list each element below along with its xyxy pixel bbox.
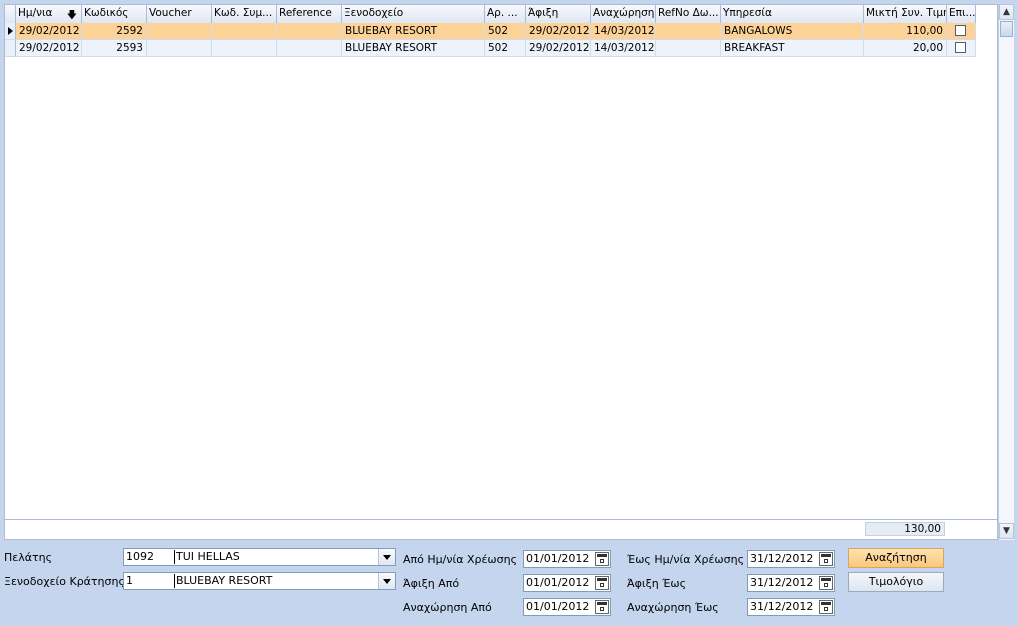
cell-service[interactable]: BANGALOWS <box>721 23 864 40</box>
cell-arrival[interactable]: 29/02/2012 <box>526 23 591 40</box>
cell-departure[interactable]: 14/03/2012 <box>591 40 656 57</box>
cell-code[interactable]: 2592 <box>82 23 147 40</box>
cell-date[interactable]: 29/02/2012 <box>16 40 82 57</box>
cell-hotel[interactable]: BLUEBAY RESORT <box>342 23 485 40</box>
calendar-icon[interactable] <box>819 600 833 614</box>
cell-reference[interactable] <box>277 40 342 57</box>
results-grid[interactable]: Ημ/νια 🡇 Κωδικός Voucher Κωδ. Συμ... Refe… <box>4 4 998 520</box>
arrival-from-date[interactable]: 01/01/2012 <box>523 574 611 592</box>
scroll-up-icon[interactable]: ▲ <box>999 4 1014 20</box>
charge-from-label: Από Ημ/νία Χρέωσης <box>403 553 518 566</box>
vertical-scrollbar[interactable]: ▲ ▼ <box>998 4 1014 540</box>
arrival-from-value: 01/01/2012 <box>526 576 590 589</box>
calendar-icon[interactable] <box>595 576 609 590</box>
hotel-label: Ξενοδοχείο Κράτησης <box>4 575 125 588</box>
departure-from-date[interactable]: 01/01/2012 <box>523 598 611 616</box>
charge-to-label: Έως Ημ/νία Χρέωσης <box>627 553 745 566</box>
header-indicator <box>5 5 16 23</box>
sort-desc-icon: 🡇 <box>66 10 77 21</box>
cell-refno[interactable] <box>656 23 721 40</box>
row-indicator <box>5 23 16 40</box>
cell-service[interactable]: BREAKFAST <box>721 40 864 57</box>
cell-date[interactable]: 29/02/2012 <box>16 23 82 40</box>
column-header-reference[interactable]: Reference <box>277 5 342 23</box>
departure-to-date[interactable]: 31/12/2012 <box>747 598 835 616</box>
cell-price[interactable]: 110,00 <box>864 23 947 40</box>
cell-contract[interactable] <box>212 23 277 40</box>
cell-contract[interactable] <box>212 40 277 57</box>
table-row[interactable]: 29/02/2012 2592 BLUEBAY RESORT 502 29/02… <box>5 23 976 40</box>
column-header-contract[interactable]: Κωδ. Συμ... <box>212 5 277 23</box>
table-row[interactable]: 29/02/2012 2593 BLUEBAY RESORT 502 29/02… <box>5 40 976 57</box>
charge-from-date[interactable]: 01/01/2012 <box>523 550 611 568</box>
chevron-down-icon[interactable] <box>378 549 395 565</box>
column-header-price[interactable]: Μικτή Συν. Τιμή <box>864 5 947 23</box>
row-indicator <box>5 40 16 57</box>
column-header-hotel[interactable]: Ξενοδοχείο <box>342 5 485 23</box>
row-select-checkbox[interactable] <box>955 42 966 53</box>
cell-selected <box>947 40 976 57</box>
customer-name: TUI HELLAS <box>174 550 240 564</box>
departure-to-label: Αναχώρηση Έως <box>627 601 719 614</box>
hotel-combo[interactable]: 1 BLUEBAY RESORT <box>123 572 396 590</box>
departure-from-value: 01/01/2012 <box>526 600 590 613</box>
current-row-arrow-icon <box>8 27 13 35</box>
cell-voucher[interactable] <box>147 23 212 40</box>
column-header-code[interactable]: Κωδικός <box>82 5 147 23</box>
invoice-button[interactable]: Τιμολόγιο <box>848 572 944 592</box>
column-header-selected[interactable]: Επι... <box>947 5 976 23</box>
calendar-icon[interactable] <box>819 576 833 590</box>
grid-footer: 130,00 <box>4 520 998 540</box>
customer-code: 1092 <box>126 550 154 563</box>
calendar-icon[interactable] <box>595 600 609 614</box>
charge-to-date[interactable]: 31/12/2012 <box>747 550 835 568</box>
cell-price[interactable]: 20,00 <box>864 40 947 57</box>
arrival-from-label: Άφιξη Από <box>403 577 460 590</box>
calendar-icon[interactable] <box>595 552 609 566</box>
search-button[interactable]: Αναζήτηση <box>848 548 944 568</box>
calendar-icon[interactable] <box>819 552 833 566</box>
hotel-code: 1 <box>126 574 133 587</box>
cell-arrival[interactable]: 29/02/2012 <box>526 40 591 57</box>
price-total: 130,00 <box>865 522 945 536</box>
column-header-arrival[interactable]: Άφιξη <box>526 5 591 23</box>
column-header-room[interactable]: Αρ. ... <box>485 5 526 23</box>
column-header-date[interactable]: Ημ/νια 🡇 <box>16 5 82 23</box>
chevron-down-icon[interactable] <box>378 573 395 589</box>
scroll-down-icon[interactable]: ▼ <box>999 523 1014 539</box>
row-select-checkbox[interactable] <box>955 25 966 36</box>
cell-reference[interactable] <box>277 23 342 40</box>
grid-header: Ημ/νια 🡇 Κωδικός Voucher Κωδ. Συμ... Refe… <box>5 5 976 24</box>
hotel-name: BLUEBAY RESORT <box>174 574 273 588</box>
column-header-departure[interactable]: Αναχώρηση <box>591 5 656 23</box>
customer-label: Πελάτης <box>4 551 53 564</box>
arrival-to-label: Άφιξη Έως <box>627 577 687 590</box>
cell-code[interactable]: 2593 <box>82 40 147 57</box>
charge-to-value: 31/12/2012 <box>750 552 814 565</box>
column-header-refno[interactable]: RefNo Δω... <box>656 5 721 23</box>
cell-room[interactable]: 502 <box>485 40 526 57</box>
arrival-to-date[interactable]: 31/12/2012 <box>747 574 835 592</box>
departure-to-value: 31/12/2012 <box>750 600 814 613</box>
scroll-thumb[interactable] <box>1000 21 1013 37</box>
column-header-service[interactable]: Υπηρεσία <box>721 5 864 23</box>
cell-selected <box>947 23 976 40</box>
cell-room[interactable]: 502 <box>485 23 526 40</box>
column-header-voucher[interactable]: Voucher <box>147 5 212 23</box>
cell-departure[interactable]: 14/03/2012 <box>591 23 656 40</box>
cell-voucher[interactable] <box>147 40 212 57</box>
arrival-to-value: 31/12/2012 <box>750 576 814 589</box>
customer-combo[interactable]: 1092 TUI HELLAS <box>123 548 396 566</box>
departure-from-label: Αναχώρηση Από <box>403 601 492 614</box>
cell-refno[interactable] <box>656 40 721 57</box>
cell-hotel[interactable]: BLUEBAY RESORT <box>342 40 485 57</box>
charge-from-value: 01/01/2012 <box>526 552 590 565</box>
